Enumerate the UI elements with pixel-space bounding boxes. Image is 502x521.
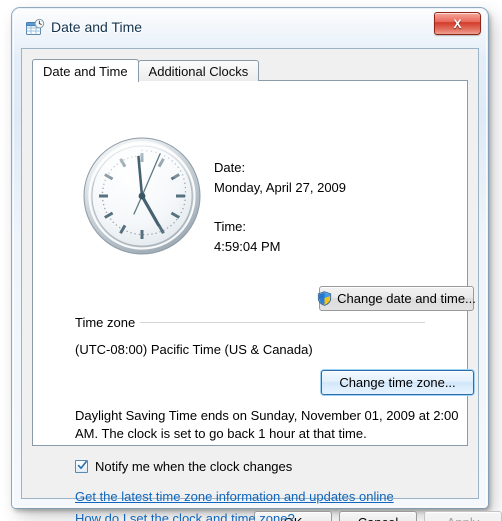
notify-clock-changes-checkbox[interactable]: Notify me when the clock changes bbox=[75, 459, 292, 474]
change-time-zone-button[interactable]: Change time zone... bbox=[321, 370, 474, 395]
window-title: Date and Time bbox=[51, 19, 143, 35]
title-bar[interactable]: Date and Time X bbox=[12, 8, 488, 48]
uac-shield-icon bbox=[318, 291, 332, 306]
cancel-button-label: Cancel bbox=[358, 516, 398, 521]
date-label: Date: bbox=[214, 160, 246, 175]
close-icon: X bbox=[453, 16, 462, 31]
apply-button-label: Apply bbox=[447, 516, 480, 521]
apply-button: Apply bbox=[424, 511, 502, 521]
daylight-saving-text: Daylight Saving Time ends on Sunday, Nov… bbox=[75, 408, 459, 441]
change-date-and-time-button[interactable]: Change date and time... bbox=[318, 286, 476, 311]
time-label: Time: bbox=[214, 219, 247, 234]
tab-date-and-time[interactable]: Date and Time bbox=[32, 59, 139, 82]
calendar-clock-icon bbox=[26, 18, 45, 35]
analog-clock bbox=[83, 137, 201, 255]
tab-label: Additional Clocks bbox=[148, 63, 249, 79]
date-and-time-dialog: Date and Time X Date and Time Additional… bbox=[12, 8, 502, 521]
change-time-zone-label: Change time zone... bbox=[339, 375, 456, 390]
tab-label: Date and Time bbox=[43, 63, 128, 79]
close-button[interactable]: X bbox=[434, 12, 481, 35]
time-zone-value: (UTC-08:00) Pacific Time (US & Canada) bbox=[75, 342, 313, 357]
cancel-button[interactable]: Cancel bbox=[339, 511, 417, 521]
date-value: Monday, April 27, 2009 bbox=[214, 180, 347, 195]
tab-strip: Date and Time Additional Clocks bbox=[32, 59, 260, 82]
link-how-to-set-clock[interactable]: How do I set the clock and time zone? bbox=[75, 511, 295, 521]
checkmark-icon bbox=[77, 460, 87, 469]
time-zone-group-label: Time zone bbox=[75, 315, 141, 330]
checkbox-box bbox=[75, 460, 88, 473]
time-value: 4:59:04 PM bbox=[214, 239, 281, 254]
notify-clock-changes-label: Notify me when the clock changes bbox=[95, 459, 293, 474]
change-date-and-time-label: Change date and time... bbox=[337, 291, 476, 306]
dialog-client-area: Date and Time Additional Clocks Date: Mo… bbox=[21, 48, 502, 521]
link-timezone-updates[interactable]: Get the latest time zone information and… bbox=[75, 489, 394, 504]
screen: Date and Time X Date and Time Additional… bbox=[0, 0, 502, 521]
tab-additional-clocks[interactable]: Additional Clocks bbox=[137, 60, 260, 81]
tab-panel-date-and-time: Date: Monday, April 27, 2009 Time: 4:59:… bbox=[32, 80, 476, 521]
